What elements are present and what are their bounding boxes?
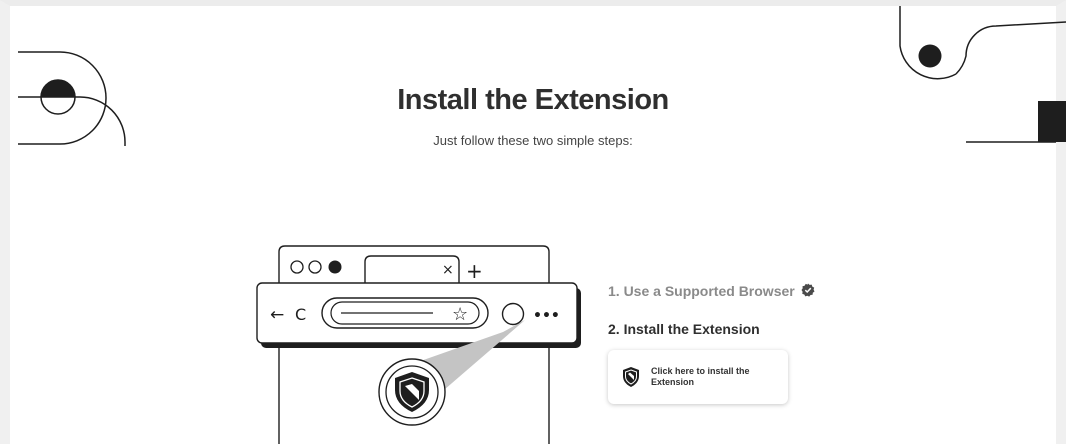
step-1-label: 1. Use a Supported Browser: [608, 283, 795, 299]
step-1: 1. Use a Supported Browser: [608, 282, 815, 300]
step-2-label: 2. Install the Extension: [608, 321, 760, 337]
page-subtitle: Just follow these two simple steps:: [433, 133, 633, 148]
back-arrow-icon: ←: [270, 305, 284, 325]
new-tab-icon: +: [466, 259, 483, 283]
window-dot-1: [290, 260, 304, 274]
shield-icon: [623, 367, 639, 387]
verified-check-icon: [801, 283, 815, 300]
page-title: Install the Extension: [397, 84, 669, 116]
window-dot-3: [328, 260, 342, 274]
steps-panel: 1. Use a Supported Browser 2. Install th…: [608, 282, 815, 404]
browser-illustration: × + ← C ☆ •••: [256, 245, 581, 444]
install-extension-button[interactable]: Click here to install the Extension: [608, 350, 788, 404]
extension-icon: [501, 302, 525, 326]
reload-icon: C: [295, 305, 306, 324]
tab-close-icon: ×: [442, 262, 454, 278]
menu-dots-icon: •••: [533, 308, 560, 324]
star-icon: ☆: [452, 304, 468, 325]
window-dot-2: [308, 260, 322, 274]
install-extension-label: Click here to install the Extension: [651, 366, 750, 387]
